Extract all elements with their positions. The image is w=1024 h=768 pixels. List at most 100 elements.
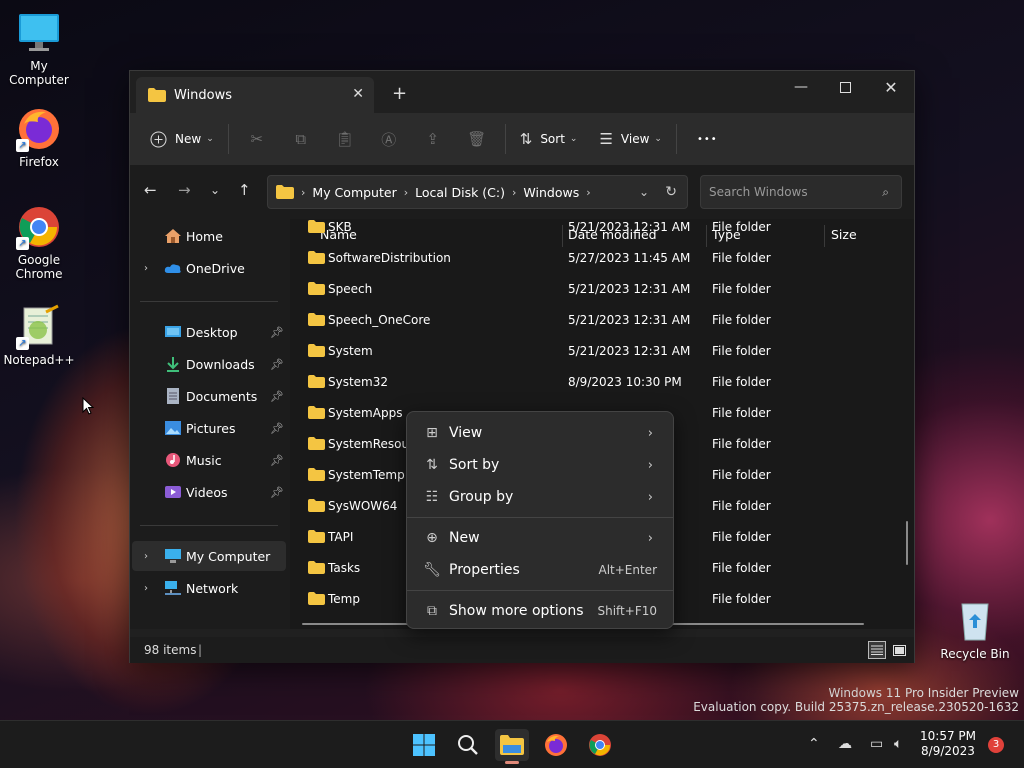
- folder-icon: [308, 313, 325, 326]
- file-date-modified: 5/21/2023 12:31 AM: [568, 313, 691, 327]
- new-tab-button[interactable]: +: [392, 83, 407, 104]
- file-name: System: [328, 344, 373, 358]
- desktop-icon-my-computer[interactable]: My Computer: [1, 10, 77, 87]
- tiles-view-toggle[interactable]: [890, 641, 908, 659]
- share-icon[interactable]: ⇪: [423, 129, 443, 149]
- maximize-button[interactable]: [822, 71, 868, 103]
- sidebar-item-desktop[interactable]: Desktop 📌︎: [132, 317, 286, 347]
- close-tab-icon[interactable]: ✕: [352, 86, 364, 102]
- desktop-icon-google-chrome[interactable]: ↗ Google Chrome: [1, 204, 77, 281]
- breadcrumb-my-computer[interactable]: My Computer: [312, 185, 396, 200]
- table-row[interactable]: System32 8/9/2023 10:30 PM File folder: [290, 367, 914, 398]
- new-button[interactable]: New ⌄: [142, 123, 222, 155]
- shortcut-arrow-icon: ↗: [16, 237, 29, 250]
- folder-icon: [308, 437, 325, 450]
- close-window-button[interactable]: ✕: [868, 71, 914, 103]
- cloud-offline-icon[interactable]: ☁︎: [838, 736, 852, 752]
- table-row[interactable]: Speech_OneCore 5/21/2023 12:31 AM File fol…: [290, 305, 914, 336]
- start-button[interactable]: [407, 729, 441, 761]
- breadcrumb-separator-icon[interactable]: ›: [512, 186, 516, 199]
- monitor-icon: [16, 10, 62, 56]
- sidebar-item-home[interactable]: Home: [132, 221, 286, 251]
- breadcrumb-separator-icon[interactable]: ›: [301, 186, 305, 199]
- notification-count: 3: [992, 739, 1000, 750]
- file-name: SoftwareDistribution: [328, 251, 451, 265]
- table-row[interactable]: System 5/21/2023 12:31 AM File folder: [290, 336, 914, 367]
- pin-icon[interactable]: 📌︎: [270, 422, 284, 435]
- pin-icon[interactable]: 📌︎: [270, 326, 284, 339]
- sort-button[interactable]: ⇅ Sort ⌄: [512, 123, 586, 155]
- desktop-icon-recycle-bin[interactable]: Recycle Bin: [937, 598, 1013, 661]
- view-icon: ☰: [599, 130, 613, 148]
- forward-arrow-icon[interactable]: →: [178, 181, 191, 199]
- network-status-icon[interactable]: ▭: [870, 736, 883, 752]
- show-hidden-icons-chevron-icon[interactable]: ⌃: [808, 736, 820, 752]
- context-menu-new[interactable]: ⊕ New ›: [411, 522, 669, 554]
- breadcrumb-local-disk[interactable]: Local Disk (C:): [415, 185, 505, 200]
- breadcrumb-separator-icon[interactable]: ›: [404, 186, 408, 199]
- sidebar-item-videos[interactable]: Videos 📌︎: [132, 477, 286, 507]
- more-options-button[interactable]: •••: [689, 123, 726, 155]
- expand-chevron-icon[interactable]: ›: [144, 263, 148, 274]
- back-arrow-icon[interactable]: ←: [144, 181, 157, 199]
- context-menu-show-more-options[interactable]: ⧉ Show more options Shift+F10: [411, 595, 669, 627]
- tab-windows[interactable]: Windows ✕: [136, 77, 374, 113]
- refresh-icon[interactable]: ↻: [665, 184, 677, 200]
- rename-icon[interactable]: Ⓐ: [379, 129, 399, 149]
- view-button[interactable]: ☰ View ⌄: [591, 123, 669, 155]
- volume-icon[interactable]: 🔈︎: [894, 736, 902, 752]
- table-row[interactable]: SKB 5/21/2023 12:31 AM File folder: [290, 219, 914, 243]
- details-view-toggle[interactable]: [868, 641, 886, 659]
- notification-badge[interactable]: 3: [988, 737, 1004, 753]
- breadcrumb-windows[interactable]: Windows: [523, 185, 579, 200]
- breadcrumb-separator-icon[interactable]: ›: [586, 186, 590, 199]
- address-history-chevron-icon[interactable]: ⌄: [639, 185, 649, 199]
- sidebar-item-downloads[interactable]: Downloads 📌︎: [132, 349, 286, 379]
- context-menu-view[interactable]: ⊞ View ›: [411, 417, 669, 449]
- pin-icon[interactable]: 📌︎: [270, 486, 284, 499]
- table-row[interactable]: Speech 5/21/2023 12:31 AM File folder: [290, 274, 914, 305]
- expand-chevron-icon[interactable]: ›: [144, 583, 148, 594]
- system-clock[interactable]: 10:57 PM 8/9/2023: [920, 729, 976, 759]
- plus-circle-icon: [150, 131, 167, 147]
- vertical-scrollbar[interactable]: [906, 521, 908, 565]
- delete-icon[interactable]: 🗑︎: [467, 129, 487, 149]
- copy-icon[interactable]: ⧉: [291, 129, 311, 149]
- file-type: File folder: [712, 561, 771, 575]
- table-row[interactable]: SoftwareDistribution 5/27/2023 11:45 AM Fi…: [290, 243, 914, 274]
- minimize-button[interactable]: —: [778, 71, 824, 103]
- sidebar-item-network[interactable]: › Network: [132, 573, 286, 603]
- sidebar-item-pictures[interactable]: Pictures 📌︎: [132, 413, 286, 443]
- context-menu-properties[interactable]: 🔧︎ Properties Alt+Enter: [411, 554, 669, 586]
- document-icon: [164, 388, 182, 404]
- cut-icon[interactable]: ✂: [247, 129, 267, 149]
- desktop-icon-notepad-plus-plus[interactable]: ↗ Notepad++: [1, 304, 77, 367]
- taskbar-search-button[interactable]: [451, 729, 485, 761]
- paste-icon[interactable]: 📋︎: [335, 129, 355, 149]
- computer-icon: [164, 548, 182, 564]
- sidebar-item-my-computer[interactable]: › My Computer: [132, 541, 286, 571]
- sidebar-item-music[interactable]: Music 📌︎: [132, 445, 286, 475]
- search-input[interactable]: Search Windows: [709, 185, 808, 199]
- taskbar-file-explorer[interactable]: [495, 729, 529, 764]
- taskbar-firefox[interactable]: [539, 729, 573, 761]
- sidebar-item-documents[interactable]: Documents 📌︎: [132, 381, 286, 411]
- context-menu-group-by[interactable]: ☷ Group by ›: [411, 481, 669, 513]
- up-arrow-icon[interactable]: ↑: [238, 181, 251, 199]
- sidebar-item-onedrive[interactable]: › OneDrive: [132, 253, 286, 283]
- shortcut-arrow-icon: ↗: [16, 337, 29, 350]
- file-name: SystemApps: [328, 406, 403, 420]
- desktop-icon-firefox[interactable]: ↗ Firefox: [1, 106, 77, 169]
- expand-chevron-icon[interactable]: ›: [144, 551, 148, 562]
- search-box[interactable]: Search Windows ⌕: [700, 175, 902, 209]
- recent-locations-chevron-icon[interactable]: ⌄: [210, 183, 220, 197]
- address-bar[interactable]: › My Computer › Local Disk (C:) › Window…: [267, 175, 688, 209]
- file-date-modified: 5/27/2023 11:45 AM: [568, 251, 691, 265]
- context-menu-sort-by[interactable]: ⇅ Sort by ›: [411, 449, 669, 481]
- pin-icon[interactable]: 📌︎: [270, 358, 284, 371]
- pin-icon[interactable]: 📌︎: [270, 390, 284, 403]
- maximize-icon: [839, 81, 851, 93]
- taskbar-chrome[interactable]: [583, 729, 617, 761]
- submenu-chevron-icon: ›: [647, 489, 653, 505]
- pin-icon[interactable]: 📌︎: [270, 454, 284, 467]
